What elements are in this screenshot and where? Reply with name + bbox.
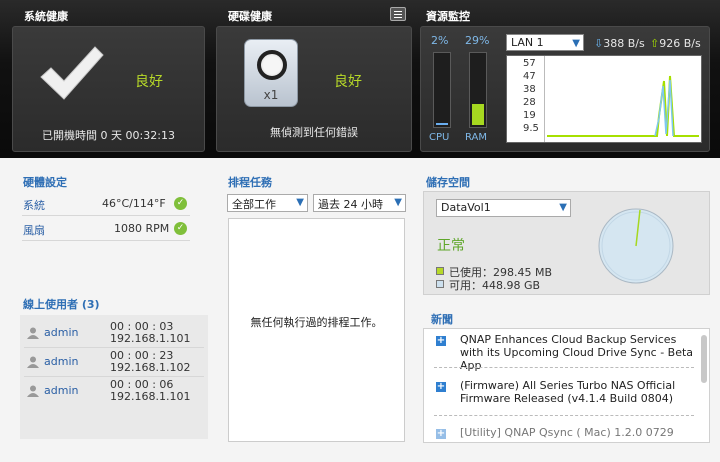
upload-speed: ⇧926 B/s	[650, 37, 701, 50]
system-health-panel: 良好 已開機時間 0 天 00:32:13	[12, 26, 205, 152]
cpu-meter-fill	[436, 123, 448, 125]
user-ip: 192.168.1.101	[110, 390, 191, 403]
free-legend-swatch	[436, 280, 444, 288]
storage-panel: DataVol1 ▼ 正常 已使用：298.45 MB 可用：448.98 GB	[423, 191, 710, 295]
ram-meter-fill	[472, 104, 484, 125]
upload-value: 926 B/s	[659, 37, 701, 50]
list-item: admin 00 : 00 : 06 192.168.1.101	[20, 377, 208, 407]
checkmark-icon	[40, 46, 104, 100]
disk-ring-icon	[257, 50, 287, 80]
list-menu-icon[interactable]	[390, 7, 406, 21]
user-name[interactable]: admin	[44, 326, 78, 339]
ram-meter	[469, 52, 487, 128]
ram-percent: 29%	[465, 34, 490, 47]
upload-arrow-icon: ⇧	[650, 37, 660, 50]
used-legend-swatch	[436, 267, 444, 275]
lan-select[interactable]: LAN 1 ▼	[506, 34, 584, 51]
divider	[434, 415, 694, 416]
cpu-meter	[433, 52, 451, 128]
ok-check-icon: ✓	[174, 222, 187, 235]
task-time-select[interactable]: 過去 24 小時 ▼	[313, 194, 406, 212]
user-icon	[27, 327, 39, 339]
chevron-down-icon: ▼	[559, 202, 567, 213]
hardware-row-system-value: 46°C/114°F	[102, 197, 166, 210]
volume-select[interactable]: DataVol1 ▼	[436, 199, 571, 217]
user-ip: 192.168.1.101	[110, 332, 191, 345]
network-chart: 57 47 38 28 19 9.5	[506, 55, 702, 143]
user-name[interactable]: admin	[44, 355, 78, 368]
disk-message: 無偵測到任何錯誤	[270, 126, 358, 139]
news-title: 新聞	[431, 313, 453, 326]
download-arrow-icon: ⇩	[594, 37, 604, 50]
free-space: 可用：448.98 GB	[449, 279, 541, 292]
uptime-text: 已開機時間 0 天 00:32:13	[42, 129, 175, 142]
chevron-down-icon: ▼	[296, 197, 304, 208]
cpu-percent: 2%	[431, 34, 449, 47]
network-lines	[547, 75, 699, 137]
user-name[interactable]: admin	[44, 384, 78, 397]
hardware-row-fan-label: 風扇	[23, 224, 45, 237]
system-status: 良好	[135, 74, 163, 90]
divider	[22, 240, 190, 241]
upload-line	[547, 75, 699, 137]
task-type-select[interactable]: 全部工作 ▼	[227, 194, 308, 212]
news-item[interactable]: [Utility] QNAP Qsync ( Mac) 1.2.0 0729	[460, 426, 696, 439]
disk-status: 良好	[334, 74, 362, 90]
ok-check-icon: ✓	[174, 197, 187, 210]
storage-title: 儲存空間	[426, 176, 470, 189]
chevron-down-icon: ▼	[572, 38, 580, 49]
task-time-value: 過去 24 小時	[318, 198, 383, 211]
expand-plus-icon[interactable]: +	[436, 336, 446, 346]
list-item: admin 00 : 00 : 03 192.168.1.101	[20, 319, 208, 349]
storage-pie-chart	[598, 208, 674, 284]
resource-monitor-title: 資源監控	[426, 10, 470, 23]
news-scrollbar[interactable]	[701, 335, 707, 383]
disk-count: x1	[263, 88, 279, 102]
online-users-title: 線上使用者 (3)	[23, 298, 100, 311]
expand-plus-icon[interactable]: +	[436, 382, 446, 392]
user-icon	[27, 356, 39, 368]
task-type-value: 全部工作	[232, 198, 276, 211]
task-empty-message: 無任何執行過的排程工作。	[250, 316, 383, 329]
divider	[434, 367, 694, 368]
online-users-list: admin 00 : 00 : 03 192.168.1.101 admin 0…	[20, 315, 208, 439]
storage-status: 正常	[437, 238, 465, 254]
disk-health-panel: x1 良好 無偵測到任何錯誤	[216, 26, 412, 152]
lan-select-value: LAN 1	[511, 36, 544, 49]
chevron-down-icon: ▼	[394, 197, 402, 208]
hardware-title: 硬體設定	[23, 176, 67, 189]
task-list: 無任何執行過的排程工作。	[228, 218, 405, 442]
user-icon	[27, 385, 39, 397]
user-ip: 192.168.1.102	[110, 361, 191, 374]
status-bar: 系統健康 硬碟健康 資源監控 良好 已開機時間 0 天 00:32:13 x1 …	[0, 0, 720, 158]
download-value: 388 B/s	[603, 37, 645, 50]
news-panel: + QNAP Enhances Cloud Backup Services wi…	[423, 328, 710, 443]
divider	[22, 215, 190, 216]
list-item: admin 00 : 00 : 23 192.168.1.102	[20, 348, 208, 378]
news-item[interactable]: (Firmware) All Series Turbo NAS Official…	[460, 379, 696, 405]
hardware-row-fan-value: 1080 RPM	[114, 222, 170, 235]
cpu-label: CPU	[429, 132, 450, 143]
download-speed: ⇩388 B/s	[594, 37, 645, 50]
resource-monitor-panel: 2% 29% CPU RAM LAN 1 ▼ ⇩388 B/s ⇧926 B/s…	[420, 26, 710, 152]
hard-disk-icon: x1	[244, 39, 298, 107]
system-health-title: 系統健康	[24, 10, 68, 23]
ram-label: RAM	[465, 132, 488, 143]
disk-health-title: 硬碟健康	[228, 10, 272, 23]
volume-value: DataVol1	[441, 201, 491, 214]
hardware-row-system-label: 系統	[23, 199, 45, 212]
expand-plus-icon[interactable]: +	[436, 429, 446, 439]
scheduled-tasks-title: 排程任務	[228, 176, 272, 189]
